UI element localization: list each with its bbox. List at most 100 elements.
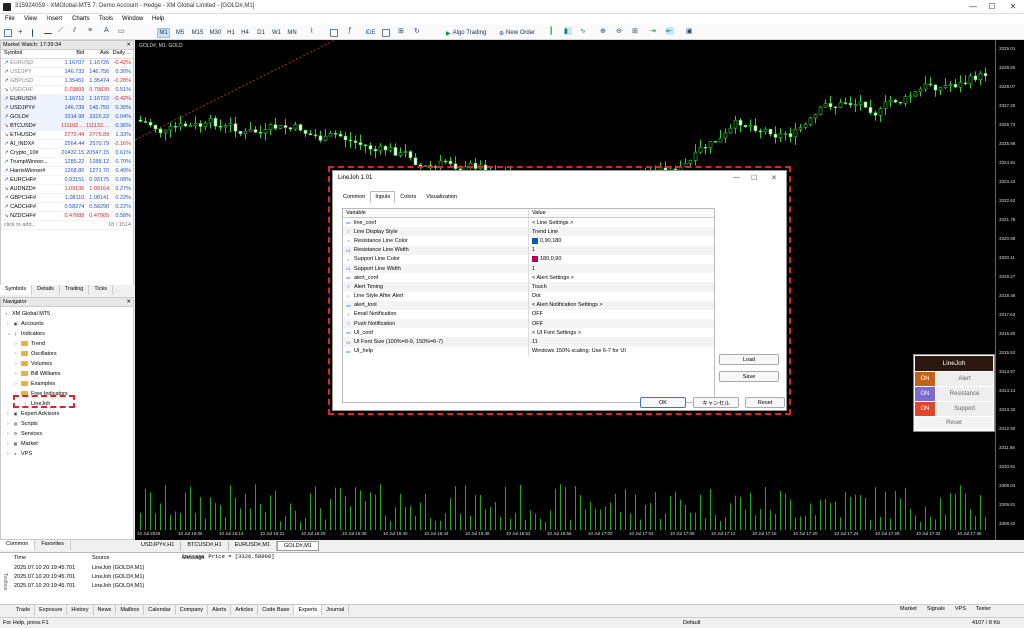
col-daily[interactable]: Daily ... xyxy=(109,50,133,58)
market-watch-row[interactable]: ↘ ETHUSD# 2772.44 2775.89 1.33% xyxy=(1,131,133,140)
fibonacci-icon[interactable]: ≡ xyxy=(88,27,96,35)
crosshair-icon[interactable]: + xyxy=(18,27,26,36)
tf-m1[interactable]: M1 xyxy=(157,28,170,38)
tf-h4[interactable]: H4 xyxy=(240,28,250,38)
nav-accounts[interactable]: › ▣ Accounts xyxy=(7,319,44,328)
tf-m5[interactable]: M5 xyxy=(174,28,186,38)
nav-services[interactable]: › ⚙ Services xyxy=(7,429,42,438)
history-icon[interactable] xyxy=(382,29,390,37)
toolbox-tab-company[interactable]: Company xyxy=(176,605,209,615)
autoscroll-icon[interactable]: ⇥ xyxy=(650,27,658,35)
menu-view[interactable]: View xyxy=(24,16,37,22)
toolbox-tab-mailbox[interactable]: Mailbox xyxy=(116,605,145,615)
market-watch-row[interactable]: ↗ GOLD# 3314.98 3315.22 0.04% xyxy=(1,113,133,122)
market-watch-row[interactable]: ↗ USDJPY# 146.739 146.750 0.30% xyxy=(1,104,133,113)
nav-scripts[interactable]: › ▤ Scripts xyxy=(7,419,38,428)
menu-file[interactable]: File xyxy=(5,16,15,22)
nav-vps[interactable]: › ● VPS xyxy=(7,449,32,458)
col-ask[interactable]: Ask xyxy=(84,50,109,58)
tab-favorites[interactable]: Favorites xyxy=(35,540,71,550)
support-button[interactable]: Support xyxy=(936,402,993,416)
depth-icon[interactable]: ⊞ xyxy=(398,27,406,35)
market-watch-row[interactable]: ↗ HarrisWinner# 1268.80 1271.70 0.49% xyxy=(1,167,133,176)
toolbox-tab-journal[interactable]: Journal xyxy=(322,605,350,615)
nav-bill-williams[interactable]: › Bill Williams xyxy=(15,369,60,378)
market-watch-row[interactable]: ↗ EURUSD# 1.16712 1.16722 -0.42% xyxy=(1,95,133,104)
add-symbol-row[interactable]: click to add... 18 / 1514 xyxy=(1,221,133,230)
toolbox-tab-exposure[interactable]: Exposure xyxy=(35,605,68,615)
alert-toggle[interactable]: ON xyxy=(915,372,935,386)
new-order-button[interactable]: ⊕ New Order xyxy=(499,28,541,38)
market-watch-row[interactable]: ↗ TrumpWinner... 1285.22 1288.12 0.70% xyxy=(1,158,133,167)
maximize-button[interactable]: ☐ xyxy=(987,2,997,11)
vps-tab[interactable]: VPS xyxy=(955,606,966,612)
tile-windows-icon[interactable]: ⊞ xyxy=(632,27,640,35)
chart-tab-gold[interactable]: GOLD#,M1 xyxy=(277,541,319,551)
toolbox-tab-news[interactable]: News xyxy=(94,605,117,615)
zoom-out-icon[interactable]: ⊖ xyxy=(616,27,624,35)
col-source[interactable]: Source xyxy=(92,555,109,561)
alert-button[interactable]: Alert xyxy=(936,372,993,386)
market-watch-row[interactable]: ↗ CADCHF# 0.58274 0.58290 0.22% xyxy=(1,203,133,212)
chart-shift-icon[interactable]: ⇤ xyxy=(666,27,674,35)
panel-reset-button[interactable]: Reset xyxy=(915,417,993,429)
cursor-icon[interactable] xyxy=(4,29,12,37)
menu-charts[interactable]: Charts xyxy=(72,16,90,22)
tf-m15[interactable]: M15 xyxy=(190,28,205,38)
close-icon[interactable]: ✕ xyxy=(126,42,131,48)
text-tool-icon[interactable]: A xyxy=(104,27,112,35)
toolbox-tab-experts[interactable]: Experts xyxy=(294,605,323,615)
col-bid[interactable]: Bid xyxy=(61,50,84,58)
tab-details[interactable]: Details xyxy=(32,285,60,295)
channel-icon[interactable]: ⫽ xyxy=(73,27,81,35)
indicators-icon[interactable]: ƒ xyxy=(348,27,356,35)
market-watch-row[interactable]: ↘ USDCHF 0.79809 0.79830 0.51% xyxy=(1,86,133,95)
signals-tab[interactable]: Signals xyxy=(927,606,945,612)
tab-trading[interactable]: Trading xyxy=(60,285,90,295)
tf-h1[interactable]: H1 xyxy=(226,28,236,38)
ide-button[interactable]: IDE xyxy=(364,28,377,38)
nav-market[interactable]: › ▦ Market xyxy=(7,439,38,448)
chart-tab-btcusd[interactable]: BTCUSD#,H1 xyxy=(181,541,229,551)
toolbox-tab-history[interactable]: History xyxy=(67,605,94,615)
menu-window[interactable]: Window xyxy=(122,16,143,22)
market-watch-row[interactable]: ↗ AI_INDX# 2564.44 2570.79 -2.16% xyxy=(1,140,133,149)
algo-trading-button[interactable]: ▶ Algo Trading xyxy=(446,28,494,38)
nav-examples[interactable]: › Examples xyxy=(15,379,55,388)
resistance-toggle[interactable]: ON xyxy=(915,387,935,401)
close-icon[interactable]: ✕ xyxy=(126,299,131,305)
tf-mn[interactable]: MN xyxy=(286,28,298,38)
toolbox-tab-code-base[interactable]: Code Base xyxy=(258,605,295,615)
nav-volumes[interactable]: › Volumes xyxy=(15,359,52,368)
market-tab[interactable]: Market xyxy=(900,606,917,612)
menu-help[interactable]: Help xyxy=(152,16,164,22)
tab-common[interactable]: Common xyxy=(0,540,36,550)
signals-icon[interactable]: ↻ xyxy=(414,27,422,35)
tab-ticks[interactable]: Ticks xyxy=(89,285,113,295)
nav-trend[interactable]: › Trend xyxy=(15,339,45,348)
nav-indicators[interactable]: ⌄ ƒ Indicators xyxy=(7,329,45,338)
market-watch-row[interactable]: ↗ Crypto_10# 20432.15 20547.15 0.61% xyxy=(1,149,133,158)
bar-chart-icon[interactable]: ┃ xyxy=(549,27,557,35)
trendline-icon[interactable]: ⟋ xyxy=(58,27,66,35)
market-watch-row[interactable]: ↗ GBPUSD 1.35451 1.35474 -0.28% xyxy=(1,77,133,86)
menu-insert[interactable]: Insert xyxy=(47,16,62,22)
nav-oscillators[interactable]: › Oscillators xyxy=(15,349,57,358)
toolbox-tab-trade[interactable]: Trade xyxy=(12,605,36,615)
support-toggle[interactable]: ON xyxy=(915,402,935,416)
menu-tools[interactable]: Tools xyxy=(99,16,113,22)
market-watch-row[interactable]: ↘ AUDNZD# 1.09136 1.09164 0.27% xyxy=(1,185,133,194)
line-chart-icon[interactable]: ∿ xyxy=(580,27,588,35)
market-watch-row[interactable]: ↗ EURCHF# 0.93151 0.93175 0.08% xyxy=(1,176,133,185)
resistance-button[interactable]: Resistance xyxy=(936,387,993,401)
tester-tab[interactable]: Tester xyxy=(976,606,991,612)
market-watch-row[interactable]: ↗ USDJPY 146.733 146.756 0.30% xyxy=(1,68,133,77)
nav-root[interactable]: ▪ XM Global MT5 xyxy=(4,309,50,318)
close-button[interactable]: ✕ xyxy=(1008,2,1018,11)
screenshot-icon[interactable]: ▣ xyxy=(686,27,694,35)
chart-tab-usdjpy[interactable]: USDJPY#,H1 xyxy=(135,541,182,551)
shapes-icon[interactable]: ▭ xyxy=(118,27,126,35)
toolbox-tab-articles[interactable]: Articles xyxy=(231,605,259,615)
candle-chart-icon[interactable]: ▮ xyxy=(564,27,572,35)
nav-expert-advisors[interactable]: › ▣ Expert Advisors xyxy=(7,409,59,418)
